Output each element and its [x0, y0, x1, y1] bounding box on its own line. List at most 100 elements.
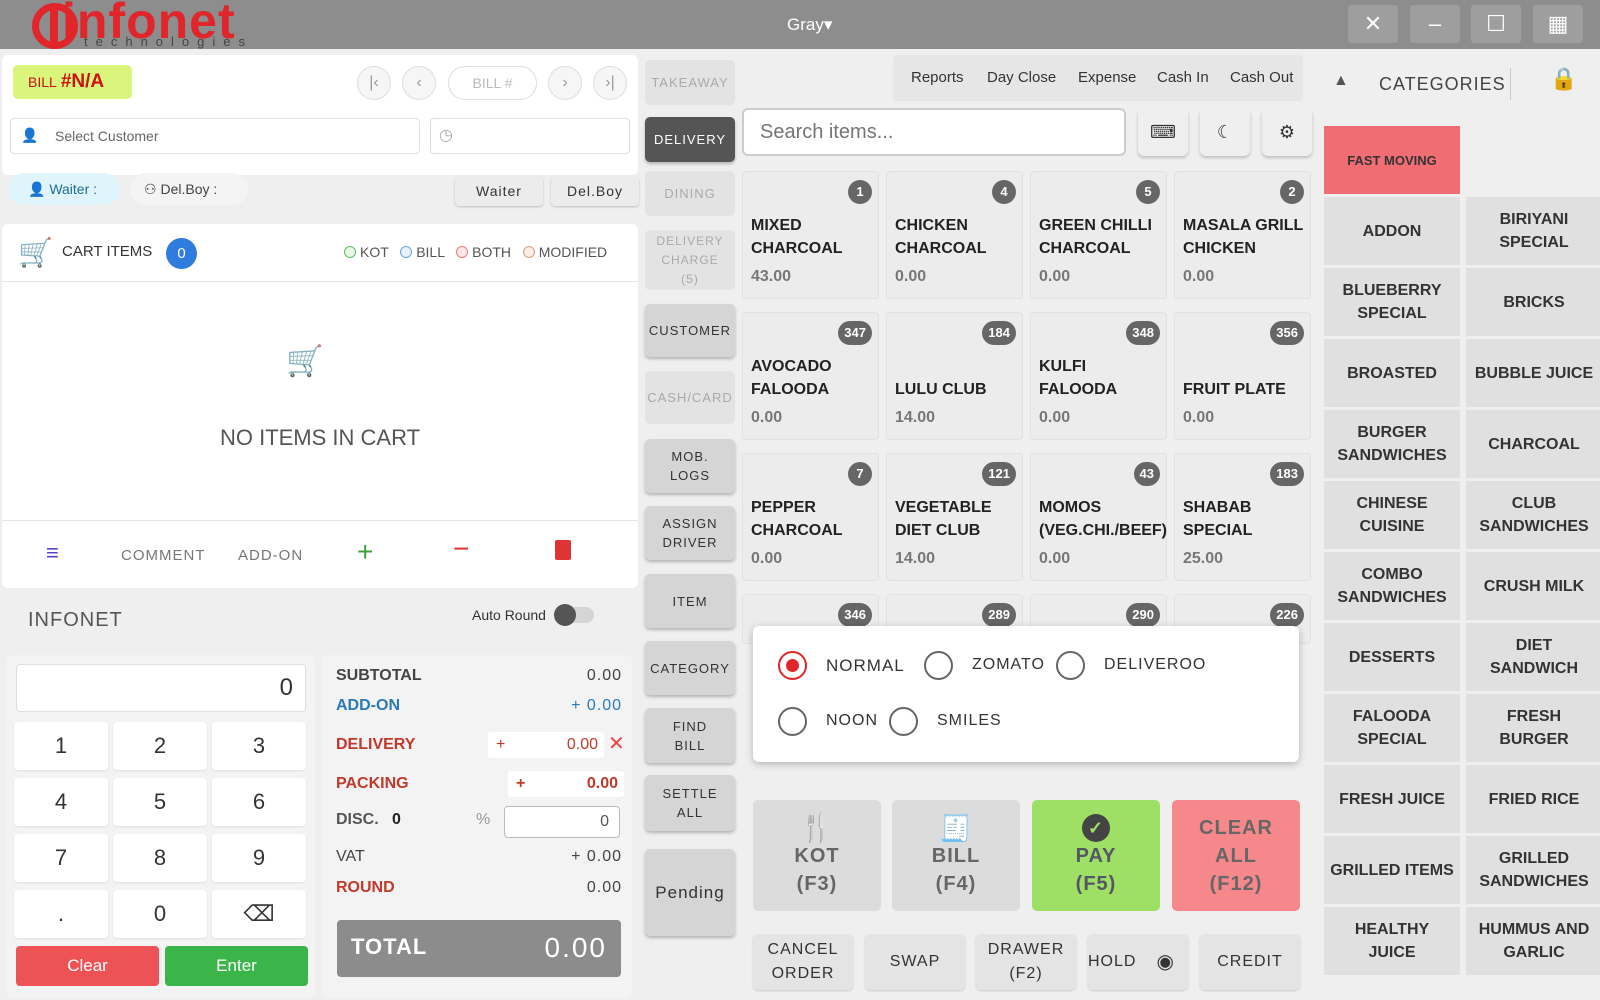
radio-zomato[interactable]: [924, 651, 953, 680]
key-8[interactable]: 8: [113, 834, 207, 882]
takeaway-button[interactable]: TAKEAWAY: [645, 60, 735, 105]
moon-icon[interactable]: ☾: [1200, 108, 1250, 156]
category-crush-milk[interactable]: CRUSH MILK: [1466, 552, 1600, 620]
radio-smiles[interactable]: [889, 707, 918, 736]
item-card[interactable]: 4 CHICKEN CHARCOAL 0.00: [886, 171, 1023, 299]
category-fast-moving[interactable]: FAST MOVING: [1324, 126, 1460, 194]
category-button[interactable]: CATEGORY: [645, 641, 735, 695]
category-fried-rice[interactable]: FRIED RICE: [1466, 765, 1600, 833]
bill-button[interactable]: 🧾 BILL (F4): [892, 800, 1020, 911]
item-card[interactable]: 2 MASALA GRILL CHICKEN 0.00: [1174, 171, 1311, 299]
hold-button[interactable]: HOLD ◉: [1088, 934, 1188, 990]
pay-button[interactable]: ✓ PAY (F5): [1032, 800, 1160, 911]
key-dot[interactable]: .: [14, 890, 108, 938]
discount-percent-input[interactable]: 0: [504, 806, 620, 838]
item-card[interactable]: 43 MOMOS (VEG.CHI./BEEF) 0.00: [1030, 453, 1167, 581]
keyboard-icon[interactable]: ⌨: [1138, 108, 1188, 156]
key-0[interactable]: 0: [113, 890, 207, 938]
packing-input[interactable]: +0.00: [508, 771, 624, 797]
last-bill-button[interactable]: ›|: [593, 66, 627, 100]
category-charcoal[interactable]: CHARCOAL: [1466, 410, 1600, 478]
item-card[interactable]: 347 AVOCADO FALOODA 0.00: [742, 312, 879, 440]
radio-deliveroo[interactable]: [1056, 651, 1085, 680]
dining-button[interactable]: DINING: [645, 171, 735, 216]
gear-icon[interactable]: ⚙: [1262, 108, 1312, 156]
item-card[interactable]: 1 MIXED CHARCOAL 43.00: [742, 171, 879, 299]
find-bill-button[interactable]: FIND BILL: [645, 708, 735, 763]
notes-icon[interactable]: ≡: [46, 540, 59, 566]
kot-button[interactable]: 🍴 KOT (F3): [753, 800, 881, 911]
auto-round-toggle[interactable]: [554, 604, 594, 626]
item-card[interactable]: 184 LULU CLUB 14.00: [886, 312, 1023, 440]
key-3[interactable]: 3: [212, 722, 306, 770]
backspace-icon[interactable]: ⌫: [212, 890, 306, 938]
close-icon[interactable]: ✕: [608, 731, 625, 756]
menu-day-close[interactable]: Day Close: [987, 69, 1056, 86]
prev-bill-button[interactable]: ‹: [402, 66, 436, 100]
category-fresh-juice[interactable]: FRESH JUICE: [1324, 765, 1460, 833]
drawer-button[interactable]: DRAWER (F2): [976, 934, 1076, 990]
key-7[interactable]: 7: [14, 834, 108, 882]
category-chinese-cuisine[interactable]: CHINESE CUISINE: [1324, 481, 1460, 549]
customer-button[interactable]: CUSTOMER: [645, 304, 735, 357]
radio-noon[interactable]: [778, 707, 807, 736]
radio-normal[interactable]: [778, 651, 807, 680]
menu-cash-in[interactable]: Cash In: [1157, 69, 1209, 86]
key-1[interactable]: 1: [14, 722, 108, 770]
category-club-sandwiches[interactable]: CLUB SANDWICHES: [1466, 481, 1600, 549]
cancel-order-button[interactable]: CANCEL ORDER: [753, 934, 853, 990]
category-combo-sandwiches[interactable]: COMBO SANDWICHES: [1324, 552, 1460, 620]
first-bill-button[interactable]: |‹: [357, 66, 391, 100]
category-grilled-sandwiches[interactable]: GRILLED SANDWICHES: [1466, 836, 1600, 904]
search-input[interactable]: [742, 108, 1126, 156]
key-5[interactable]: 5: [113, 778, 207, 826]
comment-button[interactable]: COMMENT: [121, 547, 206, 564]
category-falooda-special[interactable]: FALOODA SPECIAL: [1324, 694, 1460, 762]
category-burger-sandwiches[interactable]: BURGER SANDWICHES: [1324, 410, 1460, 478]
credit-button[interactable]: CREDIT: [1200, 934, 1300, 990]
delivery-button[interactable]: DELIVERY: [645, 117, 735, 162]
trash-icon[interactable]: [555, 540, 571, 560]
close-icon[interactable]: ✕: [1348, 5, 1398, 43]
settle-all-button[interactable]: SETTLE ALL: [645, 775, 735, 831]
cash-card-button[interactable]: CASH/CARD: [645, 371, 735, 424]
maximize-icon[interactable]: ☐: [1471, 5, 1521, 43]
pending-button[interactable]: Pending: [645, 849, 735, 936]
clear-button[interactable]: Clear: [16, 946, 159, 986]
delivery-charge-button[interactable]: DELIVERY CHARGE (5): [645, 230, 735, 290]
time-field[interactable]: ◷: [430, 118, 630, 154]
enter-button[interactable]: Enter: [165, 946, 308, 986]
item-card[interactable]: 356 FRUIT PLATE 0.00: [1174, 312, 1311, 440]
item-card[interactable]: 7 PEPPER CHARCOAL 0.00: [742, 453, 879, 581]
numpad-display[interactable]: 0: [16, 664, 306, 712]
swap-button[interactable]: SWAP: [865, 934, 965, 990]
category-fresh-burger[interactable]: FRESH BURGER: [1466, 694, 1600, 762]
item-card[interactable]: 183 SHABAB SPECIAL 25.00: [1174, 453, 1311, 581]
eye-icon[interactable]: ◉: [1156, 950, 1174, 974]
lock-icon[interactable]: 🔒: [1550, 66, 1577, 92]
category-diet-sandwich[interactable]: DIET SANDWICH: [1466, 623, 1600, 691]
next-bill-button[interactable]: ›: [548, 66, 582, 100]
menu-expense[interactable]: Expense: [1078, 69, 1136, 86]
mob-logs-button[interactable]: MOB. LOGS: [645, 439, 735, 493]
customer-select[interactable]: 👤 Select Customer: [10, 118, 420, 154]
layout-icon[interactable]: ▦: [1533, 5, 1583, 43]
waiter-button[interactable]: Waiter: [455, 176, 543, 206]
category-addon[interactable]: ADDON: [1324, 197, 1460, 265]
category-healthy-juice[interactable]: HEALTHY JUICE: [1324, 907, 1460, 975]
category-hummus-and-garlic[interactable]: HUMMUS AND GARLIC: [1466, 907, 1600, 975]
category-grilled-items[interactable]: GRILLED ITEMS: [1324, 836, 1460, 904]
key-6[interactable]: 6: [212, 778, 306, 826]
menu-cash-out[interactable]: Cash Out: [1230, 69, 1293, 86]
theme-dropdown[interactable]: Gray▾: [787, 15, 832, 35]
addon-button[interactable]: ADD-ON: [238, 547, 303, 564]
category-blueberry-special[interactable]: BLUEBERRY SPECIAL: [1324, 268, 1460, 336]
key-4[interactable]: 4: [14, 778, 108, 826]
bill-number-input[interactable]: BILL #: [448, 66, 537, 100]
minimize-icon[interactable]: –: [1410, 5, 1460, 43]
item-card[interactable]: 5 GREEN CHILLI CHARCOAL 0.00: [1030, 171, 1167, 299]
category-broasted[interactable]: BROASTED: [1324, 339, 1460, 407]
assign-driver-button[interactable]: ASSIGN DRIVER: [645, 506, 735, 560]
clear-all-button[interactable]: CLEAR ALL (F12): [1172, 800, 1300, 911]
category-bricks[interactable]: BRICKS: [1466, 268, 1600, 336]
